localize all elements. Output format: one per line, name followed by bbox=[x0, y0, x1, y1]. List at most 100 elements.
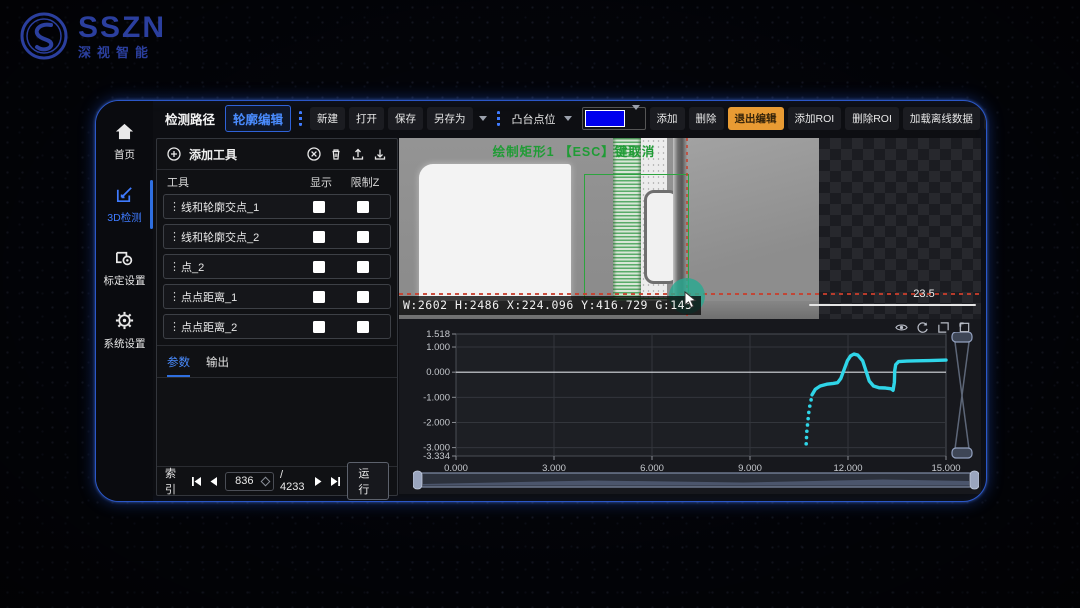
last-frame-button[interactable] bbox=[330, 476, 341, 487]
delete-button[interactable]: 删除 bbox=[689, 107, 724, 130]
gear-icon bbox=[114, 310, 135, 331]
eye-icon[interactable] bbox=[895, 321, 908, 334]
show-checkbox[interactable] bbox=[313, 231, 325, 243]
show-checkbox[interactable] bbox=[313, 291, 325, 303]
spinner-icon[interactable] bbox=[261, 476, 271, 486]
tool-panel-header: 添加工具 bbox=[157, 139, 397, 170]
roi-rectangle[interactable] bbox=[584, 174, 689, 299]
tab-inspect-path[interactable]: 检测路径 bbox=[159, 106, 221, 131]
column-limitz: 限制Z bbox=[343, 174, 387, 190]
logo-mark-icon bbox=[18, 10, 70, 62]
tab-output[interactable]: 输出 bbox=[206, 354, 229, 377]
save-data-button[interactable]: 保存数据 bbox=[984, 107, 987, 130]
import-icon bbox=[373, 147, 387, 161]
profile-chart[interactable]: 0.0003.0006.0009.00012.00015.0001.5181.0… bbox=[399, 319, 981, 494]
index-bar: 索引 836 / 4233 运行 bbox=[157, 466, 397, 495]
preset-dropdown-value: 凸台点位 bbox=[512, 111, 556, 127]
open-button[interactable]: 打开 bbox=[349, 107, 384, 130]
limitz-checkbox[interactable] bbox=[357, 201, 369, 213]
svg-text:1.000: 1.000 bbox=[426, 342, 450, 353]
export-tools-button[interactable] bbox=[351, 147, 365, 161]
svg-text:-2.000: -2.000 bbox=[423, 417, 450, 428]
drag-handle-icon[interactable]: ⋮ bbox=[169, 260, 181, 273]
app-window: 首页 3D检测 标定设置 bbox=[95, 100, 987, 502]
fit-window-icon[interactable] bbox=[958, 321, 971, 334]
color-swatch-fill bbox=[585, 110, 625, 127]
sidebar-item-label: 系统设置 bbox=[104, 336, 146, 351]
part-silhouette bbox=[419, 164, 571, 301]
param-area bbox=[157, 377, 397, 466]
index-input[interactable]: 836 bbox=[225, 472, 274, 491]
tab-params[interactable]: 参数 bbox=[167, 354, 190, 377]
preset-dropdown[interactable]: 凸台点位 bbox=[508, 108, 578, 130]
drag-handle-icon[interactable]: ⋮ bbox=[169, 200, 181, 213]
trash-icon bbox=[329, 147, 343, 161]
brand-logo: SSZN 深视智能 bbox=[18, 10, 166, 62]
tool-row[interactable]: ⋮ 点点距离_1 bbox=[163, 284, 391, 309]
tool-row[interactable]: ⋮ 点点距离_2 bbox=[163, 314, 391, 339]
add-button[interactable]: 添加 bbox=[650, 107, 685, 130]
tool-row[interactable]: ⋮ 点_2 bbox=[163, 254, 391, 279]
limitz-checkbox[interactable] bbox=[357, 291, 369, 303]
first-frame-button[interactable] bbox=[191, 476, 202, 487]
limitz-checkbox[interactable] bbox=[357, 231, 369, 243]
tool-row[interactable]: ⋮ 线和轮廓交点_2 bbox=[163, 224, 391, 249]
import-tools-button[interactable] bbox=[373, 147, 387, 161]
param-tabs: 参数 输出 bbox=[157, 345, 397, 377]
index-value: 836 bbox=[230, 475, 259, 487]
top-toolbar: 检测路径 轮廓编辑 新建 打开 保存 另存为 凸台点位 添加 删除 退出编辑 添… bbox=[153, 101, 986, 136]
drag-handle-icon[interactable]: ⋮ bbox=[169, 320, 181, 333]
prev-frame-button[interactable] bbox=[208, 476, 219, 487]
draw-rect-hint: 绘制矩形1 【ESC】键取消 bbox=[429, 141, 719, 160]
tool-list-columns: 工具 显示 限制Z bbox=[157, 170, 397, 194]
show-checkbox[interactable] bbox=[313, 201, 325, 213]
delete-tool-button[interactable] bbox=[329, 147, 343, 161]
exit-edit-button[interactable]: 退出编辑 bbox=[728, 107, 784, 130]
profile-chart-panel: 0.0003.0006.0009.00012.00015.0001.5181.0… bbox=[399, 319, 981, 494]
limitz-checkbox[interactable] bbox=[357, 261, 369, 273]
add-tool-label[interactable]: 添加工具 bbox=[189, 146, 299, 163]
add-tool-button[interactable] bbox=[167, 147, 181, 161]
brand-name: SSZN bbox=[78, 13, 166, 43]
delete-roi-button[interactable]: 删除ROI bbox=[845, 107, 899, 130]
horizontal-range-slider[interactable] bbox=[413, 470, 979, 490]
mouse-cursor-icon bbox=[684, 291, 698, 309]
sidebar-item-calibration[interactable]: 标定设置 bbox=[96, 243, 153, 292]
sidebar-item-home[interactable]: 首页 bbox=[96, 117, 153, 166]
color-swatch-dropdown[interactable] bbox=[582, 107, 646, 130]
svg-text:1.518: 1.518 bbox=[426, 329, 450, 340]
tool-row[interactable]: ⋮ 线和轮廓交点_1 bbox=[163, 194, 391, 219]
tab-contour-edit[interactable]: 轮廓编辑 bbox=[225, 105, 291, 132]
clear-all-button[interactable] bbox=[307, 147, 321, 161]
drag-handle-icon[interactable]: ⋮ bbox=[169, 230, 181, 243]
sidebar-item-label: 首页 bbox=[114, 147, 135, 162]
chevron-down-icon[interactable] bbox=[479, 116, 487, 121]
next-frame-button[interactable] bbox=[313, 476, 324, 487]
limitz-checkbox[interactable] bbox=[357, 321, 369, 333]
save-button[interactable]: 保存 bbox=[388, 107, 423, 130]
chevron-down-icon bbox=[627, 110, 645, 128]
column-show: 显示 bbox=[299, 174, 343, 190]
refresh-icon[interactable] bbox=[916, 321, 929, 334]
index-run-button[interactable]: 运行 bbox=[347, 462, 389, 500]
save-as-button[interactable]: 另存为 bbox=[427, 107, 473, 130]
camera-image-right bbox=[687, 138, 819, 319]
index-total: / 4233 bbox=[280, 469, 307, 493]
circle-plus-icon bbox=[167, 147, 181, 161]
zoom-window-icon[interactable] bbox=[937, 321, 950, 334]
sidebar-item-3d-inspect[interactable]: 3D检测 bbox=[96, 180, 153, 229]
vertical-range-slider[interactable] bbox=[951, 332, 973, 459]
chart-toolbar bbox=[895, 321, 971, 334]
show-checkbox[interactable] bbox=[313, 321, 325, 333]
sidebar-item-system-settings[interactable]: 系统设置 bbox=[96, 306, 153, 355]
scale-value: 23.5 bbox=[899, 288, 949, 300]
scale-bar bbox=[809, 304, 976, 306]
load-offline-data-button[interactable]: 加载离线数据 bbox=[903, 107, 980, 130]
circle-x-icon bbox=[307, 147, 321, 161]
show-checkbox[interactable] bbox=[313, 261, 325, 273]
calibration-icon bbox=[114, 247, 135, 268]
add-roi-button[interactable]: 添加ROI bbox=[788, 107, 842, 130]
drag-handle-icon[interactable]: ⋮ bbox=[169, 290, 181, 303]
image-viewport[interactable]: 绘制矩形1 【ESC】键取消 W:2602 H:2486 X:224.096 Y… bbox=[399, 138, 981, 319]
new-button[interactable]: 新建 bbox=[310, 107, 345, 130]
